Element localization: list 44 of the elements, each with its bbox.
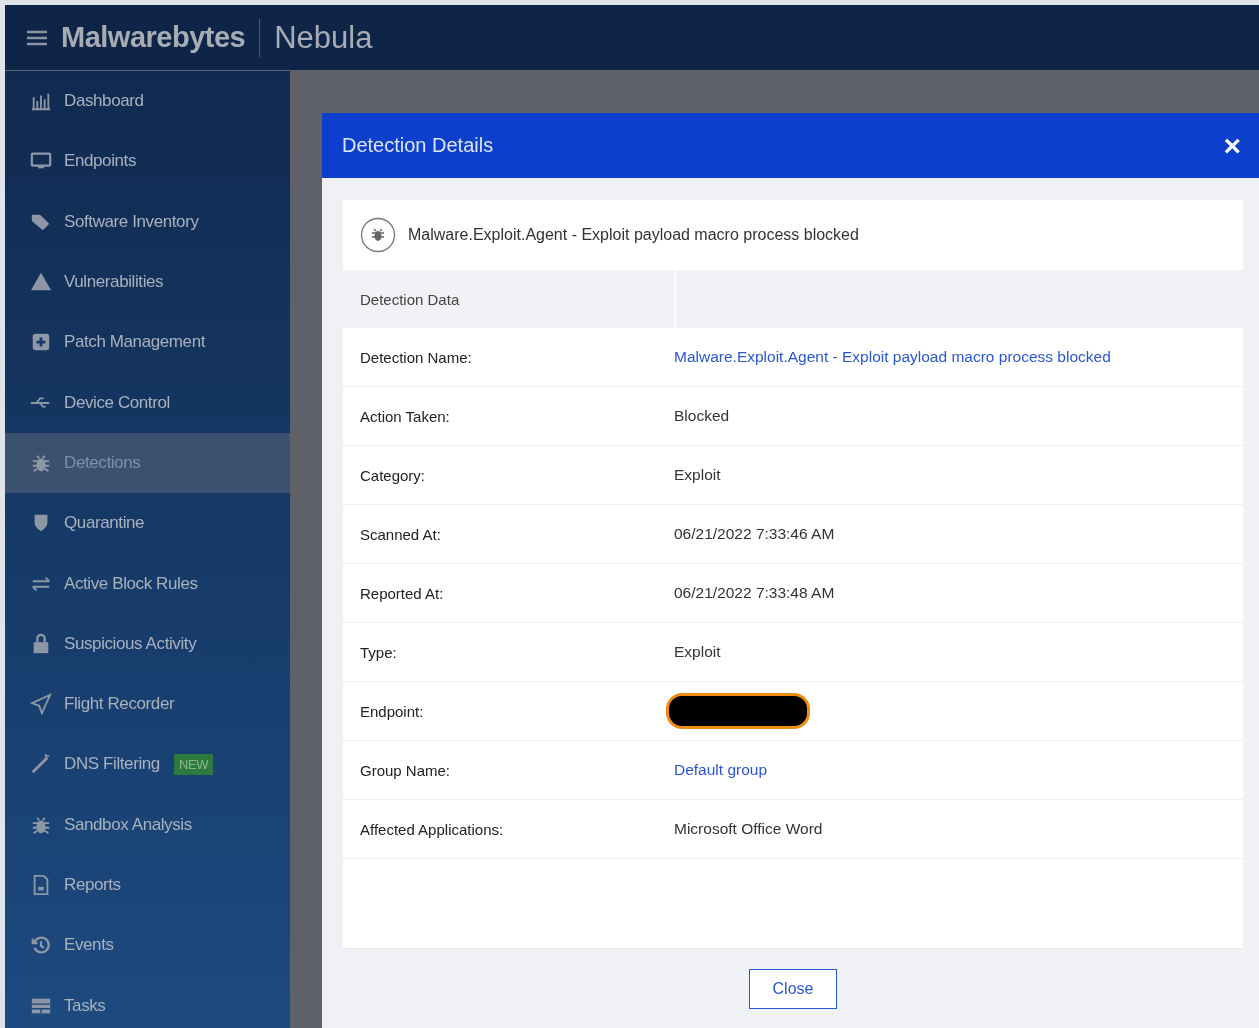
new-badge: NEW bbox=[173, 753, 214, 775]
sidebar-item[interactable]: Software Inventory bbox=[5, 191, 290, 252]
sidebar-item[interactable]: Dashboard bbox=[5, 71, 290, 132]
sidebar-item[interactable]: Sandbox Analysis bbox=[5, 794, 290, 855]
field-label: Detection Name: bbox=[359, 348, 473, 366]
detection-summary: Malware.Exploit.Agent - Exploit payload macro process blocked bbox=[408, 226, 859, 244]
brand-logo: Malwarebytes bbox=[61, 21, 246, 54]
dialog-title: Detection Details bbox=[342, 134, 494, 157]
field-value: Exploit bbox=[674, 643, 721, 661]
field-label: Affected Applications: bbox=[359, 820, 505, 838]
sidebar-item[interactable]: Tasks bbox=[5, 975, 290, 1028]
field-value: Blocked bbox=[674, 407, 730, 425]
field-label: Reported At: bbox=[359, 584, 445, 602]
field-value: Microsoft Office Word bbox=[674, 820, 823, 838]
value-link[interactable]: Default group bbox=[674, 761, 768, 779]
wand-icon bbox=[30, 753, 52, 776]
sidebar-item[interactable]: Events bbox=[5, 915, 290, 976]
field-value: 06/21/2022 7:33:48 AM bbox=[674, 584, 835, 602]
field-label: Scanned At: bbox=[359, 525, 442, 543]
sidebar-item[interactable]: Reports bbox=[5, 854, 290, 916]
sidebar-item[interactable]: Patch Management bbox=[5, 312, 290, 373]
sidebar-item[interactable]: Quarantine bbox=[5, 493, 290, 554]
field-value: Exploit bbox=[674, 466, 721, 484]
sidebar-item[interactable]: DNS Filtering NEW bbox=[5, 734, 290, 795]
close-button[interactable]: × bbox=[1219, 130, 1245, 161]
sidebar-item[interactable]: Flight Recorder bbox=[5, 673, 290, 735]
value-link[interactable]: Malware.Exploit.Agent - Exploit payload macro process blocked bbox=[674, 348, 1111, 366]
close-button[interactable]: Close bbox=[749, 969, 837, 1009]
bug-icon bbox=[360, 217, 396, 253]
field-label: Group Name: bbox=[359, 761, 452, 779]
field-label: Category: bbox=[359, 466, 427, 484]
field-label: Type: bbox=[359, 643, 398, 661]
section-heading: Detection Data bbox=[343, 270, 676, 328]
field-value: 06/21/2022 7:33:46 AM bbox=[674, 525, 835, 543]
sidebar-item[interactable]: Suspicious Activity bbox=[5, 613, 290, 674]
sidebar-item[interactable]: Active Block Rules bbox=[5, 553, 290, 614]
field-label: Action Taken: bbox=[359, 407, 451, 425]
product-name: Nebula bbox=[274, 19, 373, 56]
menu-icon[interactable] bbox=[27, 29, 47, 46]
sidebar-item[interactable]: Device Control bbox=[5, 372, 290, 433]
sidebar-item[interactable]: Endpoints bbox=[5, 131, 290, 192]
paper-plane-icon bbox=[30, 693, 52, 716]
sidebar-item[interactable]: Vulnerabilities bbox=[5, 251, 290, 313]
field-label: Endpoint: bbox=[359, 702, 425, 720]
